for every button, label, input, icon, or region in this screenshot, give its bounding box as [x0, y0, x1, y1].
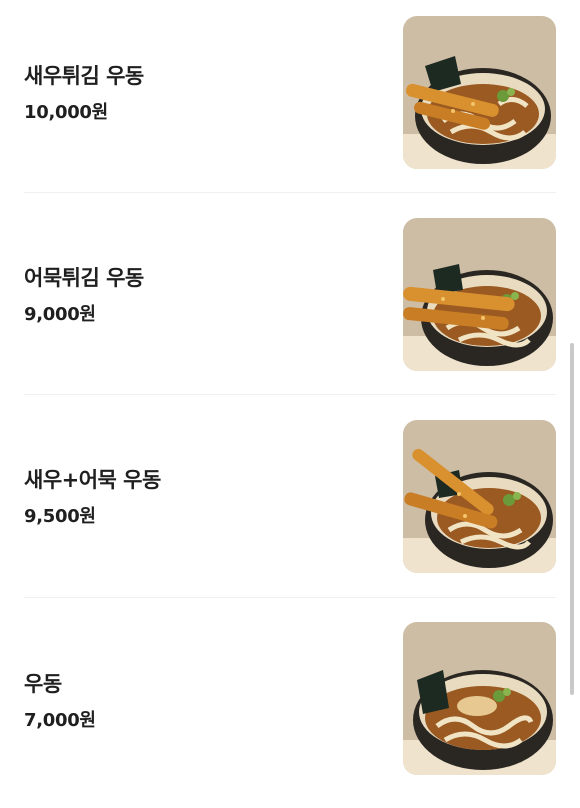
menu-item-price: 7,000원 [24, 710, 96, 731]
menu-item-price: 9,500원 [24, 506, 96, 527]
divider [24, 192, 556, 193]
menu-item-name: 우동 [24, 672, 62, 696]
menu-item-price: 10,000원 [24, 102, 108, 123]
menu-item-plain-udon[interactable]: 우동 7,000원 [0, 606, 580, 808]
menu-item-name: 새우튀김 우동 [24, 64, 144, 88]
plain-udon-photo[interactable] [403, 622, 556, 775]
menu-item-shrimp-fishcake-udon[interactable]: 새우+어묵 우동 9,500원 [0, 404, 580, 606]
shrimp-tempura-udon-photo[interactable] [403, 16, 556, 169]
menu-item-fishcake-tempura-udon[interactable]: 어묵튀김 우동 9,000원 [0, 202, 580, 404]
menu-item-shrimp-tempura-udon[interactable]: 새우튀김 우동 10,000원 [0, 0, 580, 202]
scrollbar[interactable] [570, 343, 574, 695]
divider [24, 394, 556, 395]
fishcake-tempura-udon-photo[interactable] [403, 218, 556, 371]
menu-item-name: 어묵튀김 우동 [24, 266, 144, 290]
shrimp-fishcake-udon-photo[interactable] [403, 420, 556, 573]
menu-item-price: 9,000원 [24, 304, 96, 325]
menu-item-name: 새우+어묵 우동 [24, 468, 161, 492]
divider [24, 597, 556, 598]
